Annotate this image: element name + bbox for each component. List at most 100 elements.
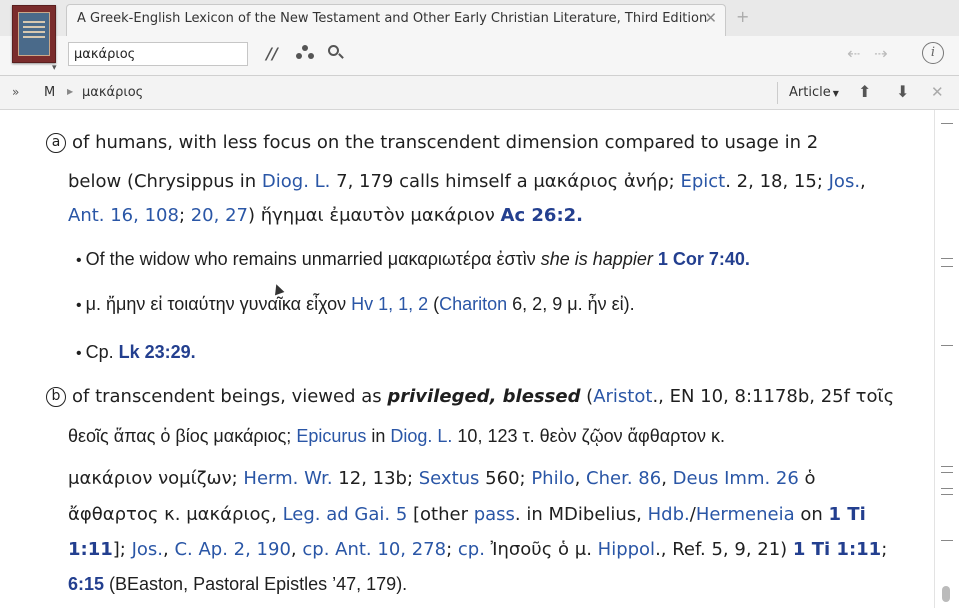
sense-marker-b: b	[46, 387, 66, 407]
bullet-hermas: • μ. ἤμην εἰ τοιαύτην γυναῖκα εἶχον Hv 1,…	[76, 294, 934, 315]
text: (	[580, 386, 594, 407]
back-arrow-icon[interactable]: ⇠	[847, 44, 860, 63]
bible-ref-ac-26-2[interactable]: Ac 26:2.	[501, 205, 583, 226]
link-sextus[interactable]: Sextus	[419, 468, 480, 489]
scrollbar[interactable]	[934, 110, 959, 608]
article-content: a of humans, with less focus on the trans…	[0, 110, 934, 608]
caret-down-icon: ▼	[832, 89, 839, 98]
link-c-ap[interactable]: C. Ap. 2, 190	[174, 539, 290, 560]
link-diog-l[interactable]: Diog. L.	[262, 171, 331, 192]
text: 560;	[479, 468, 532, 489]
link-cp[interactable]: cp.	[458, 539, 485, 560]
link-hv[interactable]: Hv 1, 1, 2	[351, 294, 428, 314]
bible-ref-1ti[interactable]: 1 Ti	[829, 504, 866, 525]
text: 12, 13b;	[332, 468, 419, 489]
next-article-icon[interactable]: ⬇	[896, 82, 909, 101]
text: ,	[661, 468, 673, 489]
search-icon[interactable]	[326, 44, 344, 62]
link-leg-ad-gai[interactable]: Leg. ad Gai. 5	[283, 504, 408, 525]
scroll-mark	[941, 540, 953, 541]
link-jos[interactable]: Jos.	[829, 171, 860, 192]
scroll-mark	[941, 494, 953, 495]
text: ἄφθαρτος κ. μακάριος,	[68, 504, 283, 525]
info-icon[interactable]: i	[922, 42, 944, 64]
expand-icon[interactable]: »	[12, 85, 19, 99]
bullet-luke: • Cp. Lk 23:29.	[76, 342, 934, 363]
link-herm-wr[interactable]: Herm. Wr.	[243, 468, 332, 489]
article-label: Article	[789, 85, 831, 100]
toolbar: // ⇠ ⇢ i	[0, 36, 959, 76]
link-epict[interactable]: Epict	[680, 171, 725, 192]
text: ,	[163, 539, 175, 560]
text: ;	[881, 539, 888, 560]
link-20-27[interactable]: 20, 27	[191, 205, 248, 226]
add-tab-icon[interactable]: +	[736, 7, 749, 26]
forward-arrow-icon[interactable]: ⇢	[874, 44, 887, 63]
breadcrumb-word[interactable]: μακάριος	[82, 85, 143, 100]
breadcrumb-letter[interactable]: M	[44, 85, 55, 100]
bible-ref-1-11[interactable]: 1:11	[68, 539, 113, 560]
previous-article-icon[interactable]: ⬆	[858, 82, 871, 101]
text: of transcendent beings, viewed as	[72, 386, 388, 407]
article-dropdown[interactable]: Article ▼	[789, 85, 839, 100]
search-input[interactable]	[68, 42, 248, 66]
text: ὁ	[798, 468, 816, 489]
resource-tab[interactable]: A Greek-English Lexicon of the New Testa…	[66, 4, 726, 36]
tab-title[interactable]: A Greek-English Lexicon of the New Testa…	[77, 11, 707, 26]
text: in	[366, 426, 391, 446]
text: ];	[112, 539, 132, 560]
bible-ref-1cor-7-40[interactable]: 1 Cor 7:40.	[658, 249, 750, 269]
bullet-widow: • Of the widow who remains unmarried μακα…	[76, 249, 934, 270]
scroll-thumb[interactable]	[942, 586, 950, 602]
divider	[777, 82, 778, 104]
link-hippol[interactable]: Hippol	[598, 539, 655, 560]
sense-b-line5: 1:11]; Jos., C. Ap. 2, 190, cp. Ant. 10,…	[68, 539, 918, 560]
link-chariton[interactable]: Chariton	[439, 294, 507, 314]
bullet: •	[76, 252, 82, 269]
bible-ref-1ti-1-11[interactable]: 1 Ti 1:11	[793, 539, 881, 560]
text: privileged, blessed	[387, 386, 581, 407]
close-icon[interactable]: ✕	[931, 83, 944, 101]
scroll-mark	[941, 123, 953, 124]
link-aristot[interactable]: Aristot	[593, 386, 652, 407]
bullet: •	[76, 345, 82, 362]
text: μ. ἤμην εἰ τοιαύτην γυναῖκα εἶχον	[85, 294, 352, 314]
text: ,	[860, 171, 866, 192]
text: (	[428, 294, 440, 314]
link-hdb[interactable]: Hdb.	[648, 504, 690, 525]
book-cover-icon[interactable]	[12, 5, 56, 63]
link-diog-l[interactable]: Diog. L.	[390, 426, 452, 446]
text: ,	[290, 539, 303, 560]
bible-ref-lk-23-29[interactable]: Lk 23:29.	[119, 342, 196, 362]
link-deus-imm-26[interactable]: Deus Imm. 26	[673, 468, 799, 489]
text: ., EN 10, 8:1178b, 25f τοῖς	[652, 386, 895, 407]
scroll-mark	[941, 466, 953, 467]
scroll-mark	[941, 266, 953, 267]
chevron-down-icon[interactable]: ▾	[52, 63, 57, 73]
close-icon[interactable]: ✕	[704, 9, 717, 27]
text: 7, 179 calls himself a μακάριος ἀνήρ;	[330, 171, 681, 192]
link-philo[interactable]: Philo	[531, 468, 574, 489]
link-ant-16-108[interactable]: Ant. 16, 108	[68, 205, 179, 226]
sense-a-line3: Ant. 16, 108; 20, 27) ἥγημαι ἐμαυτὸν μακ…	[68, 205, 934, 226]
sense-b-line1: b of transcendent beings, viewed as privi…	[46, 386, 914, 407]
text: ) ἥγημαι ἐμαυτὸν μακάριον	[248, 205, 501, 226]
scroll-mark	[941, 488, 953, 489]
visual-filter-icon[interactable]	[296, 45, 314, 61]
text: . 2, 18, 15;	[725, 171, 829, 192]
book-cover-art	[18, 12, 50, 56]
text: Of the widow who remains unmarried μακαρ…	[85, 249, 541, 269]
parallel-resources-icon[interactable]: //	[266, 44, 278, 63]
link-pass[interactable]: pass	[474, 504, 515, 525]
link-jos[interactable]: Jos.	[132, 539, 163, 560]
text: 10, 123 τ. θεὸν ζῷον ἄφθαρτον κ.	[452, 426, 725, 446]
link-cp-ant[interactable]: cp. Ant. 10, 278	[302, 539, 446, 560]
link-hermeneia[interactable]: Hermeneia	[696, 504, 795, 525]
text: . in MDibelius,	[514, 504, 648, 525]
bible-ref-6-15[interactable]: 6:15	[68, 574, 104, 594]
link-epicurus[interactable]: Epicurus	[296, 426, 366, 446]
text: Cp.	[85, 342, 119, 362]
text: on	[794, 504, 829, 525]
text: ., Ref. 5, 9, 21)	[655, 539, 793, 560]
link-cher-86[interactable]: Cher. 86	[586, 468, 661, 489]
